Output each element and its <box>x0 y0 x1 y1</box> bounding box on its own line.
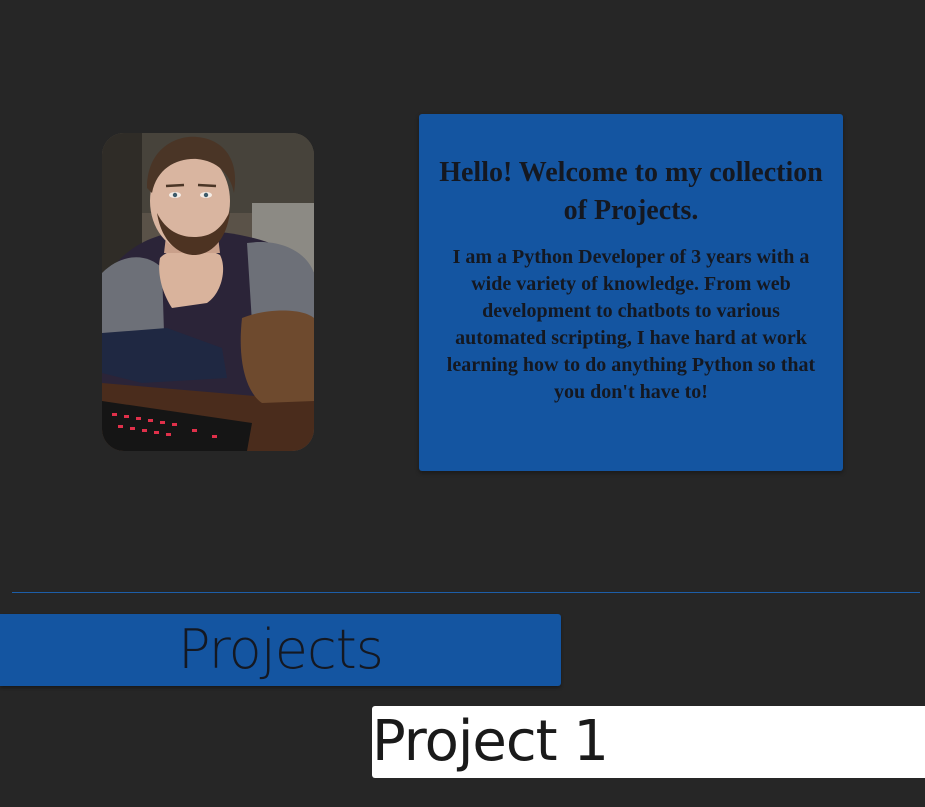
intro-card: Hello! Welcome to my collection of Proje… <box>419 114 843 471</box>
profile-photo <box>102 133 314 451</box>
section-divider <box>12 592 920 593</box>
project-card-1[interactable]: Project 1 <box>372 706 925 778</box>
intro-body: I am a Python Developer of 3 years with … <box>446 246 816 403</box>
intro-title: Hello! Welcome to my collection of Proje… <box>439 157 823 226</box>
projects-header: Projects <box>0 614 561 686</box>
page: Hello! Welcome to my collection of Proje… <box>0 0 925 807</box>
